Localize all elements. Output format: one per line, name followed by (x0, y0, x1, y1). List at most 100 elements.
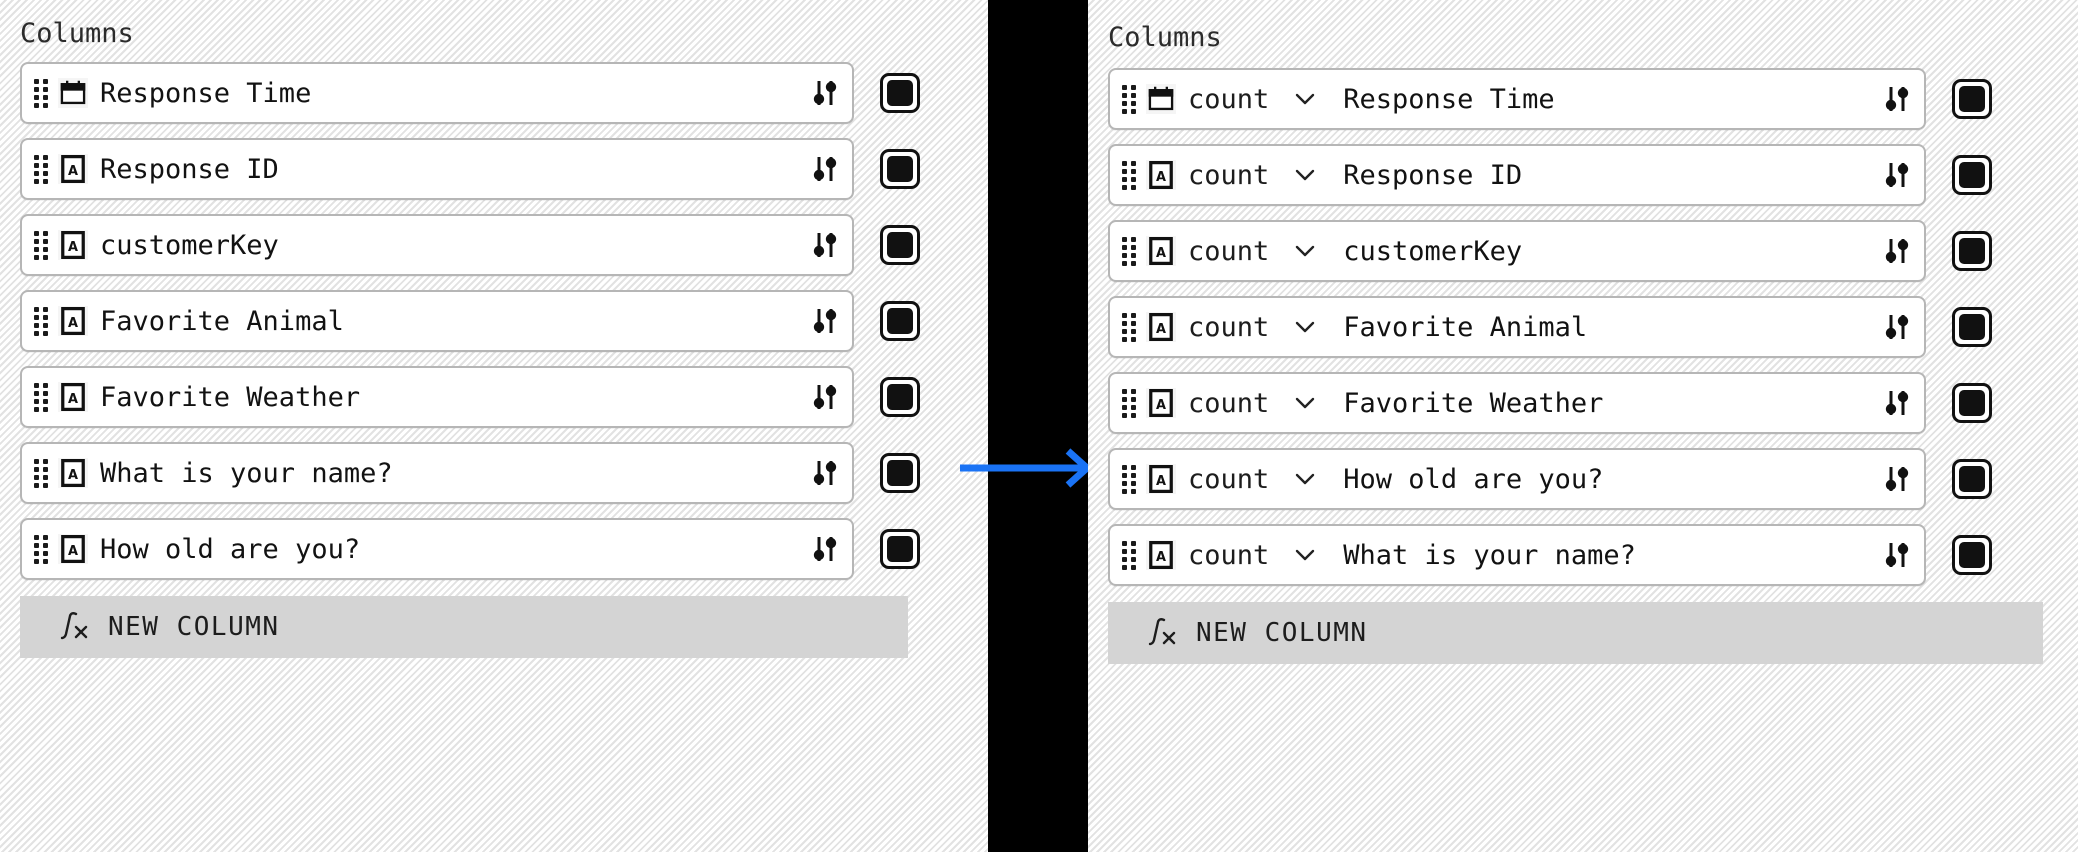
column-card[interactable]: count Response Time (1108, 68, 1926, 130)
svg-text:A: A (1156, 398, 1166, 413)
column-row: Response Time (0, 62, 988, 124)
column-visibility-checkbox[interactable] (1952, 307, 1992, 347)
chevron-down-icon[interactable] (1295, 469, 1315, 489)
checkbox-fill (1959, 238, 1985, 264)
column-visibility-checkbox[interactable] (1952, 231, 1992, 271)
drag-handle-icon[interactable] (34, 532, 48, 566)
drag-handle-icon[interactable] (1122, 386, 1136, 420)
aggregation-select[interactable]: count (1188, 236, 1337, 267)
column-name-label: Favorite Animal (1343, 311, 1588, 343)
column-settings-icon[interactable] (812, 78, 838, 108)
checkbox-fill (887, 232, 913, 258)
column-card[interactable]: A count How old are you? (1108, 448, 1926, 510)
text-a-icon: A (1149, 541, 1173, 569)
column-row: A count Favorite Weather (1088, 372, 2078, 434)
column-settings-icon[interactable] (1884, 312, 1910, 342)
page-title: Columns (20, 18, 134, 49)
chevron-down-icon[interactable] (1295, 165, 1315, 185)
fx-icon (1146, 617, 1180, 649)
column-name-label: What is your name? (100, 457, 393, 489)
column-settings-icon[interactable] (812, 382, 838, 412)
column-visibility-checkbox[interactable] (1952, 459, 1992, 499)
column-settings-icon[interactable] (812, 230, 838, 260)
column-visibility-checkbox[interactable] (880, 529, 920, 569)
sliders-icon (1885, 315, 1909, 339)
column-settings-icon[interactable] (1884, 160, 1910, 190)
aggregation-select[interactable]: count (1188, 464, 1337, 495)
column-settings-icon[interactable] (812, 534, 838, 564)
drag-handle-icon[interactable] (1122, 310, 1136, 344)
column-visibility-checkbox[interactable] (1952, 535, 1992, 575)
text-a-icon: A (1146, 540, 1176, 570)
column-card[interactable]: A count customerKey (1108, 220, 1926, 282)
chevron-down-icon[interactable] (1295, 317, 1315, 337)
column-card[interactable]: A What is your name? (20, 442, 854, 504)
svg-text:A: A (68, 316, 78, 331)
chevron-down-icon[interactable] (1295, 393, 1315, 413)
calendar-icon (1146, 84, 1176, 114)
new-column-button[interactable]: NEW COLUMN (1108, 602, 2043, 664)
chevron-down-icon[interactable] (1295, 545, 1315, 565)
column-visibility-checkbox[interactable] (880, 225, 920, 265)
drag-handle-icon[interactable] (1122, 234, 1136, 268)
column-row: count Response Time (1088, 68, 2078, 130)
column-visibility-checkbox[interactable] (1952, 79, 1992, 119)
column-visibility-checkbox[interactable] (880, 453, 920, 493)
column-name-label: Response Time (1343, 83, 1555, 115)
column-settings-icon[interactable] (812, 154, 838, 184)
aggregation-select[interactable]: count (1188, 312, 1337, 343)
new-column-button[interactable]: NEW COLUMN (20, 596, 908, 658)
column-card[interactable]: A count What is your name? (1108, 524, 1926, 586)
column-card[interactable]: A count Favorite Animal (1108, 296, 1926, 358)
drag-handle-icon[interactable] (34, 304, 48, 338)
drag-handle-icon[interactable] (34, 152, 48, 186)
column-settings-icon[interactable] (1884, 540, 1910, 570)
aggregation-label: count (1188, 539, 1270, 571)
text-a-icon: A (61, 459, 85, 487)
column-card[interactable]: A How old are you? (20, 518, 854, 580)
drag-handle-icon[interactable] (34, 380, 48, 414)
drag-handle-icon[interactable] (34, 228, 48, 262)
column-visibility-checkbox[interactable] (880, 377, 920, 417)
column-card[interactable]: A count Response ID (1108, 144, 1926, 206)
page-title: Columns (1108, 22, 1222, 53)
text-a-icon: A (58, 382, 88, 412)
text-a-icon: A (61, 155, 85, 183)
drag-handle-icon[interactable] (1122, 462, 1136, 496)
drag-handle-icon[interactable] (1122, 158, 1136, 192)
chevron-down-icon[interactable] (1295, 241, 1315, 261)
aggregation-select[interactable]: count (1188, 540, 1337, 571)
column-visibility-checkbox[interactable] (1952, 383, 1992, 423)
aggregation-select[interactable]: count (1188, 84, 1337, 115)
drag-handle-icon[interactable] (1122, 82, 1136, 116)
column-settings-icon[interactable] (1884, 236, 1910, 266)
column-card[interactable]: A Favorite Animal (20, 290, 854, 352)
column-settings-icon[interactable] (1884, 388, 1910, 418)
drag-handle-icon[interactable] (34, 76, 48, 110)
sliders-icon (1885, 543, 1909, 567)
column-card[interactable]: A customerKey (20, 214, 854, 276)
checkbox-fill (887, 80, 913, 106)
column-visibility-checkbox[interactable] (1952, 155, 1992, 195)
column-visibility-checkbox[interactable] (880, 73, 920, 113)
drag-handle-icon[interactable] (1122, 538, 1136, 572)
aggregation-select[interactable]: count (1188, 388, 1337, 419)
column-row: A count What is your name? (1088, 524, 2078, 586)
column-card[interactable]: A Response ID (20, 138, 854, 200)
column-settings-icon[interactable] (812, 458, 838, 488)
column-settings-icon[interactable] (1884, 84, 1910, 114)
aggregation-select[interactable]: count (1188, 160, 1337, 191)
chevron-down-icon[interactable] (1295, 89, 1315, 109)
column-visibility-checkbox[interactable] (880, 301, 920, 341)
drag-handle-icon[interactable] (34, 456, 48, 490)
column-settings-icon[interactable] (812, 306, 838, 336)
checkbox-fill (1959, 86, 1985, 112)
column-row: A count Response ID (1088, 144, 2078, 206)
column-visibility-checkbox[interactable] (880, 149, 920, 189)
column-card[interactable]: A count Favorite Weather (1108, 372, 1926, 434)
column-card[interactable]: Response Time (20, 62, 854, 124)
column-name-label: What is your name? (1343, 539, 1636, 571)
column-settings-icon[interactable] (1884, 464, 1910, 494)
column-card[interactable]: A Favorite Weather (20, 366, 854, 428)
text-a-icon: A (58, 154, 88, 184)
